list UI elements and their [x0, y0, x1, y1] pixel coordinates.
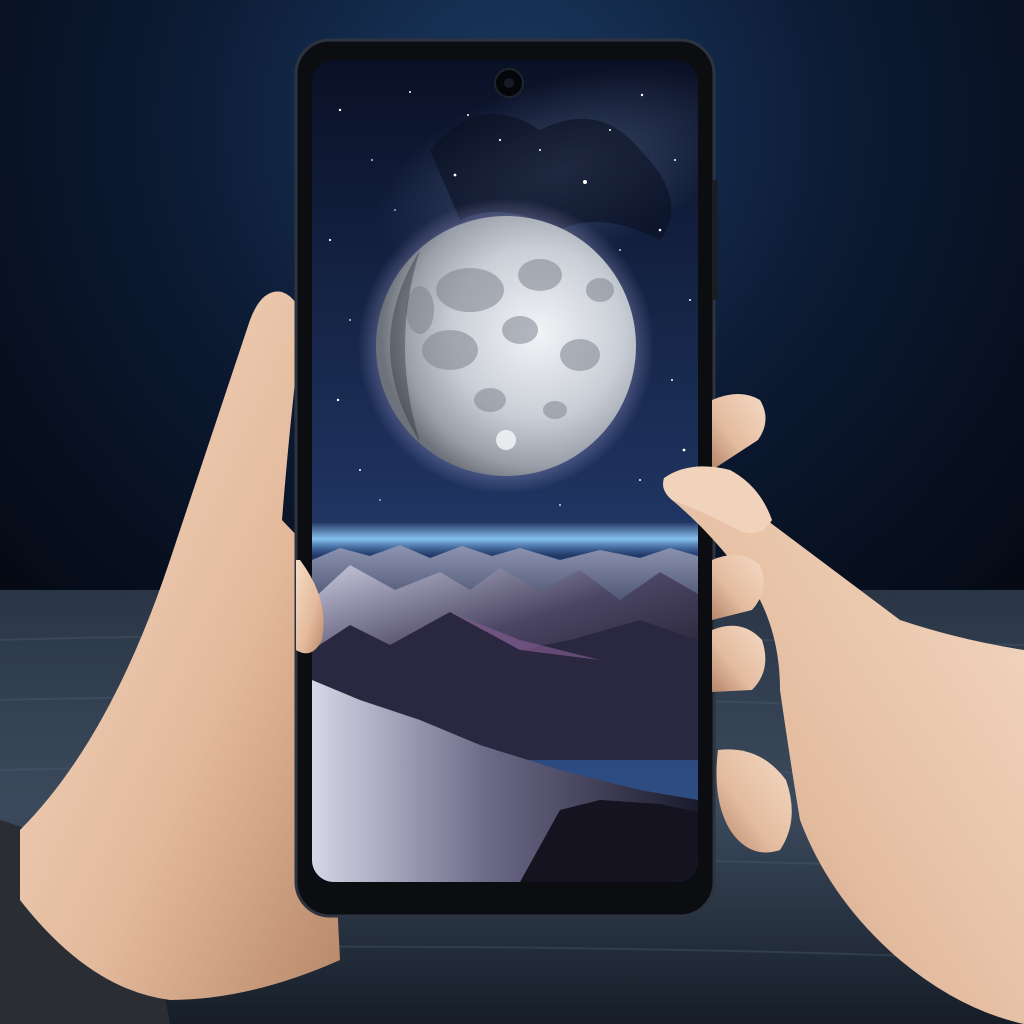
moon-bright-crater	[496, 430, 516, 450]
phone-side-button	[712, 180, 718, 300]
right-ring-finger	[712, 625, 766, 692]
front-camera-lens	[504, 78, 514, 88]
horizon-glow	[312, 522, 698, 556]
photo-scene	[0, 0, 1024, 1024]
scene-illustration	[0, 0, 1024, 1024]
